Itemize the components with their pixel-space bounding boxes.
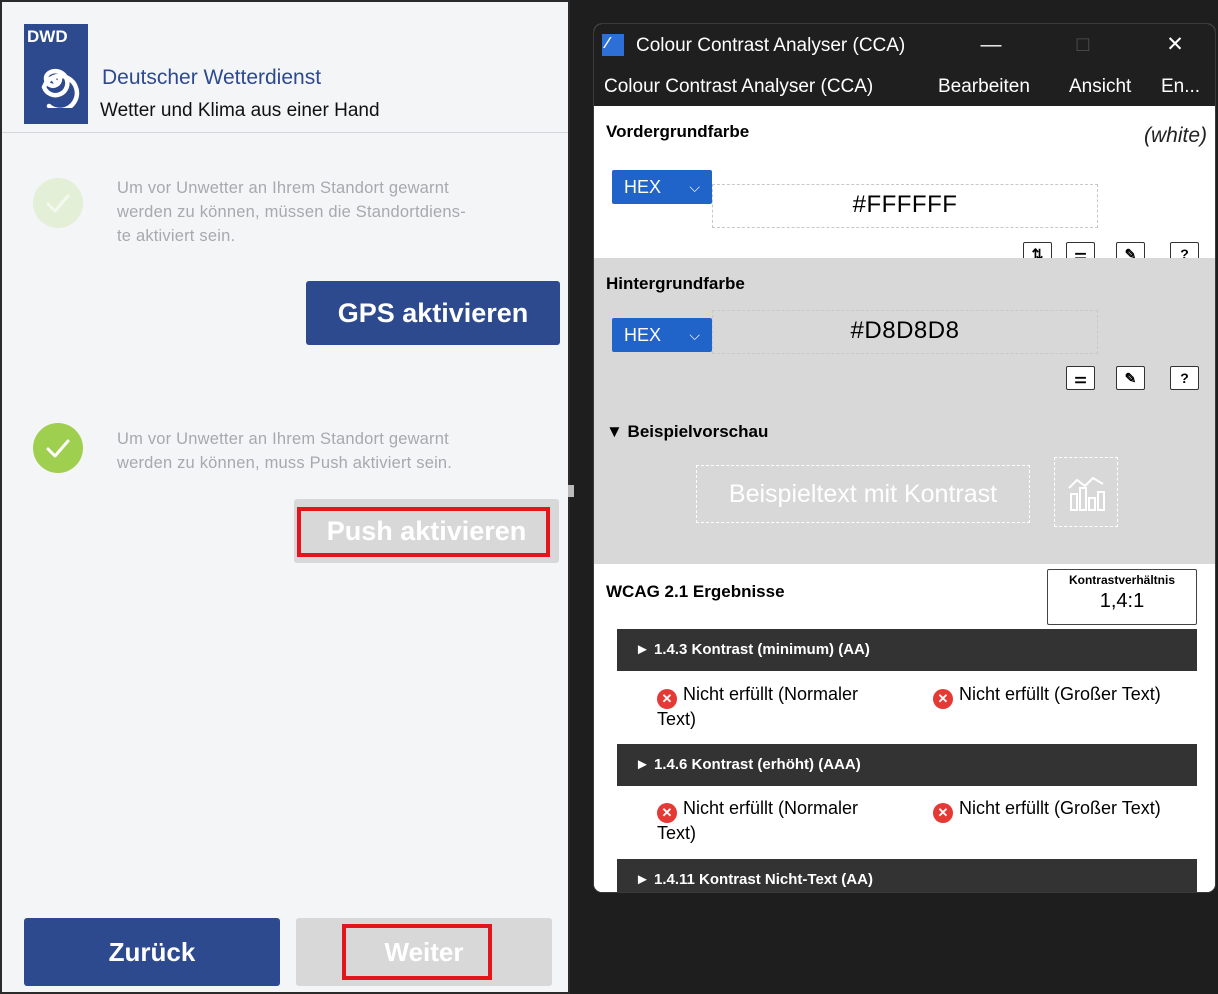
preview-section: ▼ Beispielvorschau Beispieltext mit Kont… [594, 408, 1215, 564]
chevron-down-icon: ⌵ [689, 327, 700, 343]
push-description: Um vor Unwetter an Ihrem Standort gewarn… [117, 427, 547, 475]
contrast-ratio-box: Kontrastverhältnis 1,4:1 [1047, 569, 1197, 625]
minimize-button[interactable]: — [968, 29, 1014, 61]
result-normal-label-cont: Text) [657, 823, 697, 843]
gps-check-icon [33, 178, 83, 228]
eyedropper-icon[interactable]: ✎ [1116, 366, 1145, 390]
cca-window: ⁄ Colour Contrast Analyser (CCA) — □ ✕ C… [594, 24, 1215, 892]
wcag-results-section: WCAG 2.1 Ergebnisse Kontrastverhältnis 1… [594, 564, 1215, 892]
menu-app[interactable]: Colour Contrast Analyser (CCA) [604, 76, 873, 98]
window-title: Colour Contrast Analyser (CCA) [636, 35, 906, 56]
contrast-ratio-value: 1,4:1 [1099, 590, 1145, 612]
spiral-logo-icon [41, 68, 80, 108]
preview-toggle[interactable]: ▼ Beispielvorschau [606, 422, 768, 442]
foreground-format-value: HEX [624, 177, 662, 197]
maximize-button[interactable]: □ [1060, 29, 1106, 61]
result-large-label: Nicht erfüllt (Großer Text) [959, 798, 1161, 818]
chevron-down-icon: ⌵ [689, 179, 700, 195]
fail-icon: ✕ [933, 689, 953, 709]
background-format-select[interactable]: HEX ⌵ [612, 318, 712, 352]
result-normal-label: Nicht erfüllt (Normaler [683, 684, 859, 704]
foreground-label: Vordergrundfarbe [606, 122, 750, 141]
gps-text-line: te aktiviert sein. [117, 227, 236, 245]
background-label: Hintergrundfarbe [606, 274, 745, 293]
next-button-highlight-box [342, 924, 492, 980]
menu-view[interactable]: Ansicht [1069, 76, 1131, 98]
background-hex-input[interactable]: #D8D8D8 [712, 310, 1098, 354]
menu-more[interactable]: En... [1161, 76, 1200, 98]
fail-icon: ✕ [657, 803, 677, 823]
back-button[interactable]: Zurück [24, 918, 280, 986]
push-check-icon [33, 423, 83, 473]
menu-bar: Colour Contrast Analyser (CCA) Bearbeite… [594, 66, 1215, 106]
split-handle[interactable] [568, 485, 574, 497]
dwd-logo: DWD [24, 24, 88, 124]
foreground-hex-input[interactable]: #FFFFFF [712, 184, 1098, 228]
foreground-section: Vordergrundfarbe (white) HEX ⌵ #FFFFFF ⇅… [594, 106, 1215, 266]
criterion-1-4-3[interactable]: ► 1.4.3 Kontrast (minimum) (AA) [617, 629, 1197, 671]
app-title: Deutscher Wetterdienst [102, 66, 322, 89]
foreground-format-select[interactable]: HEX ⌵ [612, 170, 712, 204]
fail-icon: ✕ [657, 689, 677, 709]
fail-icon: ✕ [933, 803, 953, 823]
title-bar: ⁄ Colour Contrast Analyser (CCA) — □ ✕ [594, 24, 1215, 66]
result-normal-text: ✕ Nicht erfüllt (Normaler Text) [657, 684, 907, 729]
dwd-app-window: DWD Deutscher Wetterdienst Wetter und Kl… [0, 0, 570, 994]
cca-app-icon: ⁄ [602, 34, 624, 56]
chart-graphic-icon [1054, 457, 1118, 527]
gps-text-line: werden zu können, müssen die Standortdie… [117, 203, 466, 221]
result-large-text: ✕ Nicht erfüllt (Großer Text) [933, 798, 1213, 823]
push-text-line: werden zu können, muss Push aktiviert se… [117, 454, 453, 472]
result-large-text: ✕ Nicht erfüllt (Großer Text) [933, 684, 1213, 709]
background-format-value: HEX [624, 325, 662, 345]
push-text-line: Um vor Unwetter an Ihrem Standort gewarn… [117, 430, 449, 448]
criterion-1-4-6[interactable]: ► 1.4.6 Kontrast (erhöht) (AAA) [617, 744, 1197, 786]
help-icon[interactable]: ? [1170, 366, 1199, 390]
push-button-highlight-box [297, 507, 550, 557]
close-button[interactable]: ✕ [1152, 29, 1198, 61]
app-subtitle: Wetter und Klima aus einer Hand [100, 100, 380, 121]
foreground-color-name: (white) [1143, 124, 1207, 147]
result-normal-label: Nicht erfüllt (Normaler [683, 798, 859, 818]
gps-text-line: Um vor Unwetter an Ihrem Standort gewarn… [117, 179, 449, 197]
gps-activate-button[interactable]: GPS aktivieren [306, 281, 560, 345]
contrast-ratio-label: Kontrastverhältnis [1068, 573, 1176, 587]
criterion-1-4-11[interactable]: ► 1.4.11 Kontrast Nicht-Text (AA) [617, 859, 1197, 892]
app-header: DWD Deutscher Wetterdienst Wetter und Kl… [2, 2, 568, 133]
wcag-label: WCAG 2.1 Ergebnisse [606, 582, 785, 601]
result-normal-text: ✕ Nicht erfüllt (Normaler Text) [657, 798, 907, 843]
logo-abbreviation: DWD [27, 27, 68, 46]
background-section: Hintergrundfarbe HEX ⌵ #D8D8D8 ⚌ ✎ ? [594, 258, 1215, 408]
gps-description: Um vor Unwetter an Ihrem Standort gewarn… [117, 176, 547, 248]
result-large-label: Nicht erfüllt (Großer Text) [959, 684, 1161, 704]
preview-sample-text: Beispieltext mit Kontrast [696, 465, 1030, 523]
menu-edit[interactable]: Bearbeiten [938, 76, 1030, 98]
sliders-icon[interactable]: ⚌ [1066, 366, 1095, 390]
result-normal-label-cont: Text) [657, 709, 697, 729]
